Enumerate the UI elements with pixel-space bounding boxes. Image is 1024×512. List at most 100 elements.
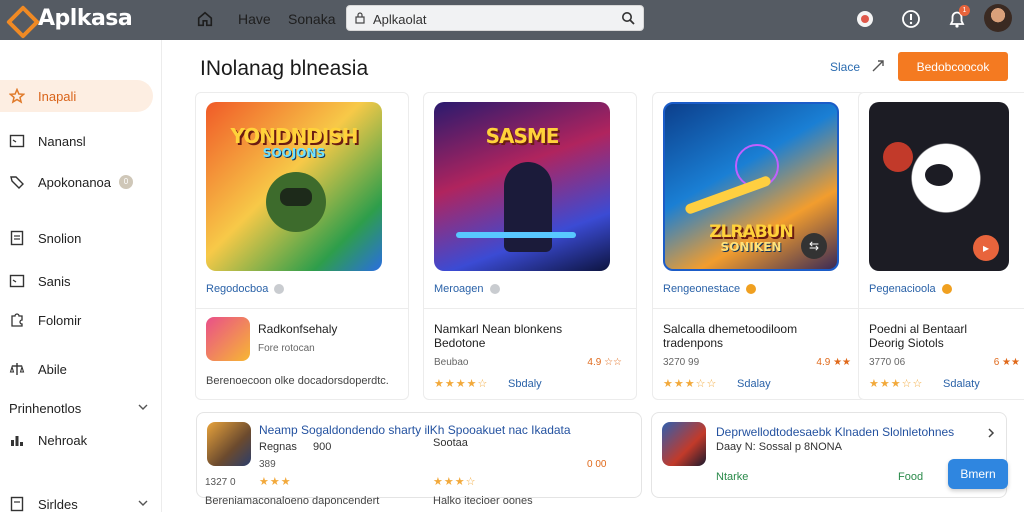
search-box[interactable] xyxy=(346,5,644,31)
card-category: Pegenacioola xyxy=(869,283,952,295)
scale-icon xyxy=(9,363,25,375)
document-icon xyxy=(10,230,24,246)
featured-title[interactable]: Neamp Sogaldondendo sharty ilKh Spooakue… xyxy=(259,423,629,437)
sidebar-item-sirldes[interactable]: Sirldes xyxy=(0,488,153,512)
puzzle-icon xyxy=(11,313,23,327)
search-icon[interactable] xyxy=(621,11,635,25)
notification-badge: 1 xyxy=(959,5,970,16)
play-badge-icon[interactable]: ▸ xyxy=(973,235,999,261)
featured-foot-left: Ntarke xyxy=(716,471,749,483)
sidebar-item-abile[interactable]: Abile xyxy=(0,353,153,385)
sidebar-item-apokonanoa[interactable]: Apokonanoa 0 xyxy=(0,166,153,198)
home-icon[interactable] xyxy=(196,10,214,28)
featured-foot-right: Food xyxy=(898,471,924,483)
chevron-down-icon[interactable] xyxy=(137,497,149,509)
top-bar: Aplkasa Have Sonaka 1 xyxy=(0,0,1024,40)
search-input[interactable] xyxy=(373,9,613,29)
sidebar-item-sanis[interactable]: Sanis xyxy=(0,265,153,297)
character-fist xyxy=(883,142,913,172)
app-artwork[interactable]: SASME xyxy=(434,102,610,271)
sidebar: Inapali Nanansl Apokonanoa 0 Snolion San… xyxy=(0,40,162,512)
chevron-down-icon[interactable] xyxy=(137,401,149,413)
sidebar-item-snolion[interactable]: Snolion xyxy=(0,222,153,254)
primary-action-button[interactable]: Bedobcoocok xyxy=(898,52,1008,81)
divider xyxy=(196,308,408,309)
app-name: Salcalla dhemetoodiloom tradenpons xyxy=(663,322,798,350)
featured-subtitle: Regnas xyxy=(259,441,297,453)
sidebar-item-label: Sirldes xyxy=(38,496,78,512)
rating-text: Sdalay xyxy=(737,378,771,390)
category-dot-icon xyxy=(746,284,757,294)
play-badge-icon[interactable]: ⇆ xyxy=(801,233,827,259)
rating-stars: ★★★ xyxy=(259,476,292,488)
app-card[interactable]: ▸ Pegenacioola Poedni al Bentaarl Deorig… xyxy=(858,92,1024,400)
chevron-right-icon[interactable] xyxy=(986,427,996,439)
sidebar-item-prinhenotlos[interactable]: Prinhenotlos xyxy=(0,392,153,424)
sidebar-item-nehroak[interactable]: Nehroak xyxy=(0,424,153,456)
app-artwork[interactable]: YONDNDISH SOOJONS xyxy=(206,102,382,271)
page-title: INolanag blneasia xyxy=(200,57,369,80)
app-rating-right: 4.9 ★★ xyxy=(816,357,851,368)
app-card[interactable]: SASME Meroagen Namkarl Nean blonkens Bed… xyxy=(423,92,637,400)
sidebar-item-label: Prinhenotlos xyxy=(9,400,82,416)
app-icon xyxy=(662,422,706,466)
featured-card-left[interactable]: Neamp Sogaldondendo sharty ilKh Spooakue… xyxy=(196,412,642,507)
sidebar-item-label: Apokonanoa xyxy=(38,174,112,190)
app-rating-right: 6 ★★ xyxy=(993,357,1020,368)
expand-icon[interactable] xyxy=(870,58,886,74)
info-icon[interactable] xyxy=(900,8,922,30)
sidebar-item-label: Nanansl xyxy=(38,133,86,149)
featured-desc: Bereniamaconaloeno daponcendert xyxy=(205,495,380,507)
app-meta: Beubao xyxy=(434,357,469,368)
app-name: Radkonfsehaly xyxy=(258,322,338,336)
category-dot-icon xyxy=(274,284,285,294)
nav-link-have[interactable]: Have xyxy=(238,11,271,27)
sidebar-item-folomir[interactable]: Folomir xyxy=(0,304,153,336)
sidebar-item-count: 0 xyxy=(119,175,134,189)
app-meta: 3270 99 xyxy=(663,357,700,368)
nav-link-sonaka[interactable]: Sonaka xyxy=(288,11,335,27)
lock-icon xyxy=(355,12,365,24)
logo-icon xyxy=(8,7,32,31)
sidebar-item-label: Nehroak xyxy=(38,432,88,448)
character-visor xyxy=(280,188,312,206)
app-icon xyxy=(206,317,250,361)
document-icon xyxy=(10,496,24,512)
category-label: Pegenacioola xyxy=(869,283,936,295)
header-link[interactable]: Slace xyxy=(830,60,860,74)
app-meta: Fore rotocan xyxy=(258,343,315,354)
featured-subtitle-count: 900 xyxy=(313,441,332,453)
sidebar-item-label: Snolion xyxy=(38,230,82,246)
sidebar-item-label: Abile xyxy=(38,361,67,377)
rating-stars: ★★★★☆ xyxy=(434,378,489,390)
featured-subtitle-extra: Sootaa xyxy=(433,437,468,449)
app-artwork[interactable]: ZLRABUN SONIKEN ⇆ xyxy=(663,102,839,271)
featured-rating: 1327 0 xyxy=(205,477,236,488)
rating-text: Sbdaly xyxy=(508,378,542,390)
app-rating-right: 4.9 ☆☆ xyxy=(587,357,622,368)
app-name: Poedni al Bentaarl Deorig Siotols xyxy=(869,322,968,350)
character-mouth xyxy=(925,164,953,186)
window-icon xyxy=(9,134,25,148)
sidebar-item-inapali[interactable]: Inapali xyxy=(0,80,153,112)
sidebar-item-nanansl[interactable]: Nanansl xyxy=(0,125,153,157)
divider xyxy=(424,308,636,309)
app-card[interactable]: ZLRABUN SONIKEN ⇆ Rengeonestace Salcalla… xyxy=(652,92,866,400)
featured-action-button[interactable]: Bmern xyxy=(948,459,1008,489)
rating-text: Sdalaty xyxy=(943,378,980,390)
tag-icon xyxy=(10,176,24,189)
app-logo[interactable]: Aplkasa xyxy=(8,6,133,31)
sidebar-item-label: Sanis xyxy=(38,273,71,289)
rating-stars: ★★★☆ xyxy=(433,476,477,488)
app-name: Aplkasa xyxy=(38,6,133,31)
category-label: Rengeonestace xyxy=(663,283,741,295)
record-icon[interactable] xyxy=(854,8,876,30)
app-icon xyxy=(207,422,251,466)
notifications-button[interactable]: 1 xyxy=(946,5,970,30)
app-card[interactable]: YONDNDISH SOOJONS Regodocboa Radkonfseha… xyxy=(195,92,409,400)
avatar[interactable] xyxy=(984,4,1012,32)
card-category: Rengeonestace xyxy=(663,283,757,295)
app-artwork[interactable]: ▸ xyxy=(869,102,1009,271)
featured-title[interactable]: Deprwellodtodesaebk Klnaden Slolnletohne… xyxy=(716,425,976,439)
divider xyxy=(653,308,865,309)
